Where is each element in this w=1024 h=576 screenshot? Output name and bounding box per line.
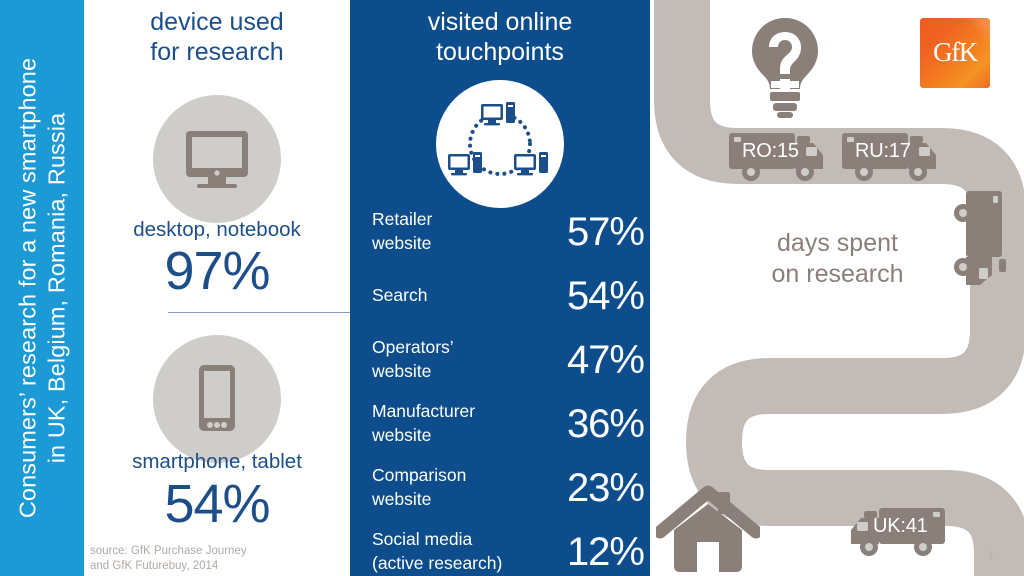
gfk-logo-text: GfK [933,36,978,67]
list-item: Operators’ website 47% [372,328,645,392]
list-item: Comparison website 23% [372,456,645,520]
gfk-logo: GfK [920,18,990,88]
device-panel-heading: device used for research [150,8,284,66]
computer-network-icon [448,102,548,176]
list-item: Retailer website 57% [372,200,645,264]
touchpoint-value: 23% [566,466,645,510]
page-number: 1 [988,550,995,562]
truck-uk-label: UK:41 [873,515,928,537]
truck-ru-label: RU:17 [855,140,911,162]
touchpoint-label: Operators’ website [372,337,454,381]
desktop-monitor-icon [186,131,248,188]
touchpoint-label: Search [372,285,428,306]
slide-title: Consumers’ research for a new smartphone… [14,57,69,519]
truck-be [948,189,1010,301]
list-item: Search 54% [372,264,645,328]
touchpoint-label: Comparison website [372,465,467,509]
network-icon-badge [436,80,564,208]
touchpoint-value: 47% [566,338,645,382]
touchpoint-value: 54% [566,274,645,318]
truck-be-label: BE: 21 [928,200,950,259]
touchpoint-value: 12% [566,530,645,574]
touchpoint-label: Social media (active research) [372,529,503,573]
smartphone-icon [199,365,235,431]
touchpoint-label: Retailer website [372,209,433,253]
journey-caption: days spent on research [771,229,904,288]
touchpoint-panel: visited online touchpoints Retailer webs… [350,0,650,576]
touchpoint-label: Manufacturer website [372,401,476,445]
smartphone-value: 54% [164,474,270,534]
touchpoint-panel-heading: visited online touchpoints [427,8,573,66]
desktop-icon-badge [153,95,281,223]
smartphone-caption: smartphone, tablet [132,450,302,473]
smartphone-icon-badge [153,335,281,463]
home-icon [653,484,763,576]
delivery-truck-icon [954,191,1006,285]
touchpoint-list: Retailer website 57% Search 54% Operator… [372,200,645,576]
list-item: Social media (active research) 12% [372,520,645,576]
truck-ro-label: RO:15 [742,140,799,162]
touchpoint-value: 36% [566,402,645,446]
device-panel: device used for research desktop, notebo… [84,0,433,576]
touchpoint-value: 57% [566,210,645,254]
lightbulb-question-icon [742,14,828,120]
source-note: source: GfK Purchase Journey and GfK Fut… [90,545,247,573]
list-item: Manufacturer website 36% [372,392,645,456]
desktop-value: 97% [164,241,270,301]
vertical-title-bar: Consumers’ research for a new smartphone… [0,0,84,576]
desktop-caption: desktop, notebook [133,218,301,241]
infographic-slide: Consumers’ research for a new smartphone… [0,0,1024,576]
journey-panel: days spent on research RO:15 RU:17 BE: 2… [650,0,1024,576]
